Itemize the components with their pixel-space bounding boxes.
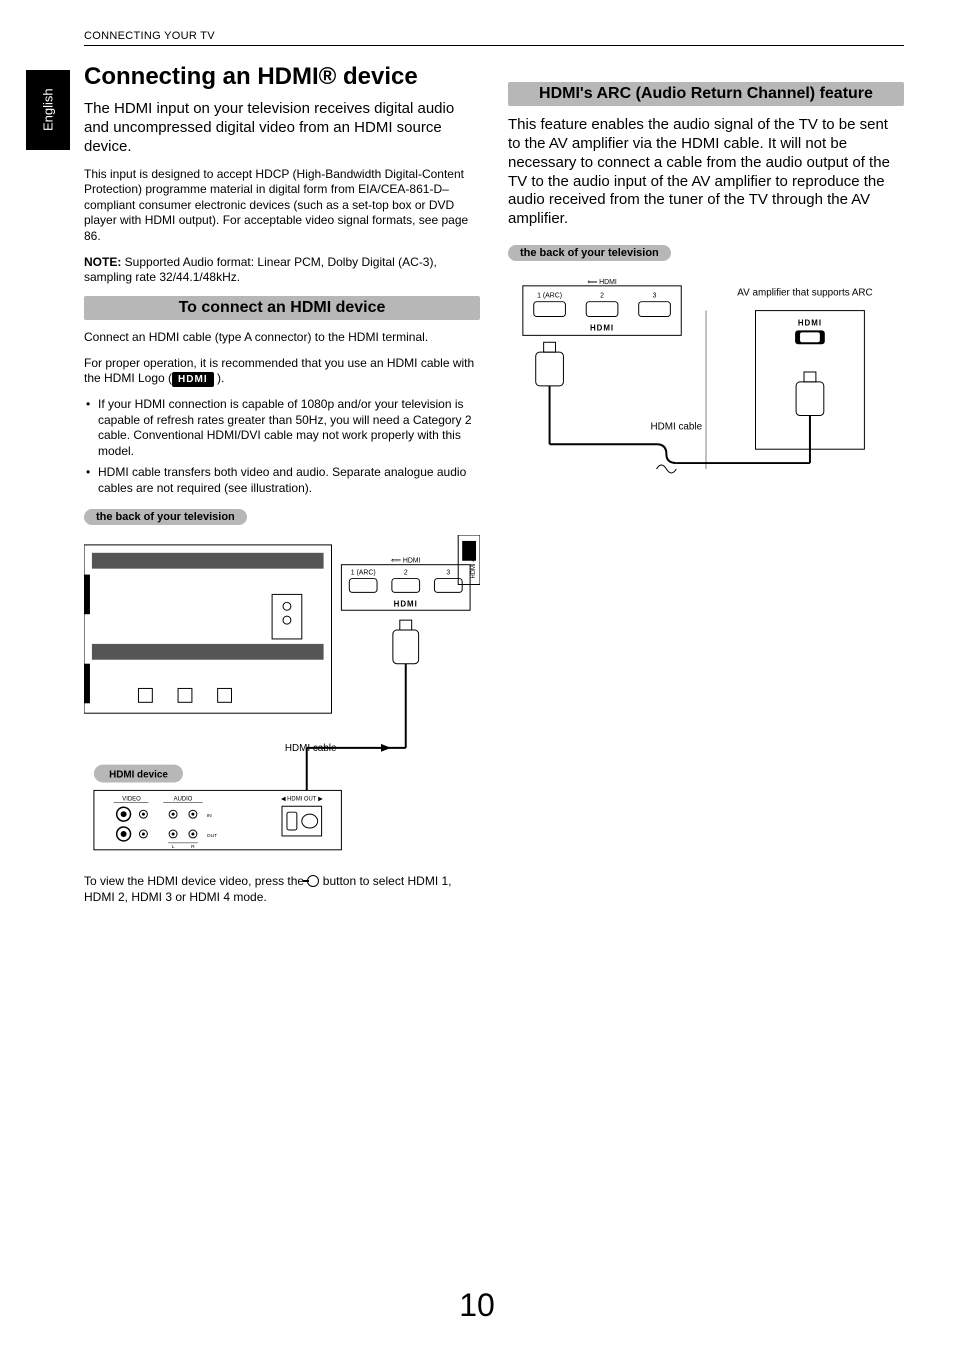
diagram-pill-back: the back of your television: [508, 245, 671, 261]
svg-text:◀ HDMI OUT ▶: ◀ HDMI OUT ▶: [281, 796, 323, 802]
list-item: HDMI cable transfers both video and audi…: [84, 465, 480, 496]
intro-paragraph: The HDMI input on your television receiv…: [84, 100, 480, 156]
svg-text:3: 3: [653, 293, 657, 300]
language-side-tab: English: [26, 70, 70, 150]
svg-text:R: R: [191, 843, 195, 849]
body-paragraph: This input is designed to accept HDCP (H…: [84, 167, 480, 245]
left-column: Connecting an HDMI® device The HDMI inpu…: [84, 64, 480, 915]
footer-instruction: To view the HDMI device video, press the…: [84, 874, 480, 905]
bullet-list: If your HDMI connection is capable of 10…: [84, 397, 480, 497]
subsection-bar: HDMI's ARC (Audio Return Channel) featur…: [508, 82, 904, 106]
text-span: To view the HDMI device video, press the: [84, 874, 307, 888]
svg-text:3: 3: [446, 569, 450, 576]
note-paragraph: NOTE: Supported Audio format: Linear PCM…: [84, 255, 480, 286]
body-paragraph: For proper operation, it is recommended …: [84, 356, 480, 387]
svg-text:IN: IN: [207, 813, 212, 819]
svg-text:AUDIO: AUDIO: [174, 796, 193, 802]
right-column: HDMI's ARC (Audio Return Channel) featur…: [508, 64, 904, 915]
svg-text:2: 2: [600, 293, 604, 300]
svg-text:HDMI cable: HDMI cable: [651, 421, 703, 432]
section-title: Connecting an HDMI® device: [84, 64, 480, 90]
svg-text:1 (ARC): 1 (ARC): [537, 293, 562, 300]
body-paragraph: Connect an HDMI cable (type A connector)…: [84, 330, 480, 346]
svg-text:HDMI: HDMI: [394, 599, 418, 608]
running-header: CONNECTING YOUR TV: [84, 30, 904, 46]
svg-text:AV amplifier that supports ARC: AV amplifier that supports ARC: [737, 288, 872, 299]
hdmi-logo-icon: HDMI: [172, 372, 214, 387]
svg-text:HDMI: HDMI: [798, 318, 822, 327]
svg-text:HDMI: HDMI: [590, 323, 614, 332]
svg-text:⟸ HDMI: ⟸ HDMI: [587, 279, 617, 286]
page-number: 10: [0, 1287, 954, 1324]
text-span: For proper operation, it is recommended …: [84, 356, 474, 386]
svg-text:2: 2: [404, 569, 408, 576]
svg-text:⟸ HDMI: ⟸ HDMI: [391, 557, 421, 564]
body-paragraph: This feature enables the audio signal of…: [508, 116, 904, 229]
text-span: ).: [214, 371, 225, 385]
diagram-pill-back: the back of your television: [84, 509, 247, 525]
hdmi-connection-diagram: HDMI 4 ⟸ HDMI 1 (ARC) 2 3 HDMI HDMI cabl…: [84, 535, 480, 862]
note-label: NOTE:: [84, 255, 121, 269]
input-select-icon: [307, 875, 319, 887]
svg-text:HDMI 4: HDMI 4: [471, 557, 477, 578]
svg-text:L: L: [172, 843, 175, 849]
note-text: Supported Audio format: Linear PCM, Dolb…: [84, 255, 437, 285]
arc-connection-diagram: ⟸ HDMI 1 (ARC) 2 3 HDMI AV amplifier tha…: [508, 271, 904, 489]
svg-text:1 (ARC): 1 (ARC): [351, 569, 376, 576]
svg-text:HDMI device: HDMI device: [109, 769, 168, 780]
svg-text:VIDEO: VIDEO: [122, 796, 141, 802]
list-item: If your HDMI connection is capable of 10…: [84, 397, 480, 459]
svg-text:OUT: OUT: [207, 832, 217, 838]
subsection-bar: To connect an HDMI device: [84, 296, 480, 320]
